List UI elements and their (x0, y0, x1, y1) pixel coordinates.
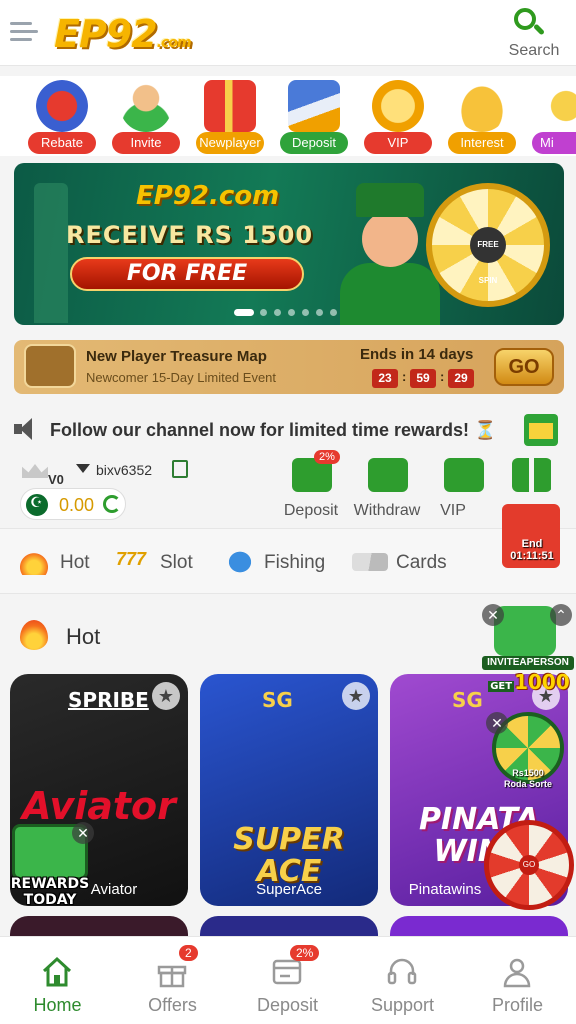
nav-support[interactable]: Support (345, 937, 460, 1024)
apps-grid-icon (512, 458, 552, 492)
treasure-ends-label: Ends in 14 days (360, 346, 474, 363)
provider-label: SPRIBE (68, 688, 149, 712)
treasure-map-bar[interactable]: New Player Treasure Map Newcomer 15-Day … (14, 340, 564, 394)
chevron-up-icon[interactable]: ⌃ (550, 604, 572, 626)
section-title: Hot (66, 624, 101, 649)
provider-label: SG (262, 688, 293, 712)
roda-label: Roda Sorte (503, 779, 552, 789)
star-icon[interactable]: ★ (152, 682, 180, 710)
cash-icon (368, 458, 408, 492)
slot-777-icon: 777 (116, 549, 147, 569)
game-name: SuperAce (256, 881, 322, 898)
balance-pill: 0.00 (20, 488, 126, 520)
nav-deposit[interactable]: 2% Deposit (230, 937, 345, 1024)
quick-icons-row: Rebate Invite Newplayer Deposit VIP Inte… (0, 76, 576, 156)
roda-sorte-widget[interactable]: ✕ Rs1500 Roda Sorte (486, 712, 570, 800)
user-icon (503, 958, 531, 988)
refresh-icon[interactable] (103, 495, 121, 513)
rewards-line-1: REWARDS (10, 876, 90, 892)
copy-icon[interactable] (172, 460, 188, 478)
withdraw-action[interactable]: Withdraw (350, 458, 424, 520)
marquee-text: Follow our channel now for limited time … (50, 420, 497, 440)
deposit-badge: 2% (314, 450, 340, 464)
mail-icon[interactable] (524, 414, 558, 446)
wallet-cards-icon (288, 80, 340, 132)
game-card-superace[interactable]: SG SUPER ACE ★ SuperAce (200, 674, 378, 906)
invite-widget[interactable]: ✕ ⌃ INVITEAPERSON GET 1000 (480, 600, 576, 694)
quick-item-rebate[interactable]: Rebate (22, 80, 102, 156)
spin-hub: GO (519, 855, 539, 875)
close-icon[interactable]: ✕ (72, 822, 94, 844)
vip-level: V0 (48, 472, 64, 487)
treasure-subtitle: Newcomer 15-Day Limited Event (86, 370, 277, 385)
roda-amount: Rs1500 (512, 768, 544, 778)
piggy-bank-icon (456, 80, 508, 132)
red-envelope-widget[interactable]: End 01:11:51 (476, 500, 572, 586)
mission-icon (540, 80, 576, 132)
flame-icon (20, 620, 48, 650)
nav-home[interactable]: Home (0, 937, 115, 1024)
offers-badge: 2 (179, 945, 198, 961)
pakistan-flag-icon (24, 492, 50, 518)
provider-label: SG (452, 688, 483, 712)
game-name: Pinatawins (408, 881, 482, 898)
banner-wheel-image: FREE SPIN (426, 183, 550, 307)
deposit-action[interactable]: 2% Deposit (274, 450, 348, 520)
redpacket-end-label: End (521, 538, 543, 550)
crown-icon (20, 458, 48, 480)
treasure-chest-icon (24, 344, 76, 388)
gift-boxes-icon (204, 80, 256, 132)
banner-logo: EP92.com (136, 181, 280, 211)
flame-icon (20, 549, 48, 575)
invite-amount: 1000 (514, 670, 570, 694)
people-icon (120, 80, 172, 132)
header: EP92.com Search (0, 0, 576, 66)
quick-item-interest[interactable]: Interest (442, 80, 522, 156)
close-icon[interactable]: ✕ (486, 712, 508, 734)
spin-wheel-widget[interactable]: GO (484, 820, 574, 910)
chevron-down-icon[interactable] (76, 464, 90, 473)
rewards-today-widget[interactable]: ✕ REWARDS TODAY (4, 818, 96, 912)
game-art-text: SUPER ACE (233, 822, 345, 889)
vip-shield-icon (444, 458, 484, 492)
bottom-nav: Home 2 Offers 2% Deposit Support Profile (0, 936, 576, 1024)
menu-icon[interactable] (10, 20, 40, 44)
close-icon[interactable]: ✕ (482, 604, 504, 626)
invite-get: GET (488, 681, 515, 692)
vip-badge-icon (372, 80, 424, 132)
home-icon (42, 956, 72, 987)
promo-banner[interactable]: EP92.com RECEIVE RS 1500 FOR FREE FREE S… (14, 163, 564, 325)
casino-chips-icon (36, 80, 88, 132)
go-button[interactable]: GO (494, 348, 554, 386)
rewards-line-2: TODAY (23, 892, 77, 908)
nav-offers[interactable]: 2 Offers (115, 937, 230, 1024)
username: bixv6352 (96, 462, 153, 478)
treasure-title: New Player Treasure Map (86, 348, 267, 365)
balance-amount: 0.00 (59, 495, 95, 515)
quick-item-invite[interactable]: Invite (106, 80, 186, 156)
nav-profile[interactable]: Profile (460, 937, 575, 1024)
quick-item-mission[interactable]: Mi (526, 80, 576, 156)
quick-item-vip[interactable]: VIP (358, 80, 438, 156)
quick-item-newplayer[interactable]: Newplayer (190, 80, 270, 156)
speaker-icon (14, 418, 38, 440)
announcement-marquee[interactable]: Follow our channel now for limited time … (14, 408, 564, 450)
cards-icon (352, 553, 388, 571)
deposit-badge: 2% (290, 945, 320, 961)
search-button[interactable]: Search (502, 6, 566, 62)
banner-cta-button[interactable]: FOR FREE (70, 257, 304, 291)
star-icon[interactable]: ★ (342, 682, 370, 710)
redpacket-timer: 01:11:51 (510, 550, 554, 562)
invite-tag: INVITEAPERSON (482, 656, 574, 670)
search-label: Search (508, 42, 560, 59)
headset-icon (387, 958, 417, 985)
banner-title: RECEIVE RS 1500 (66, 221, 314, 249)
quick-item-deposit[interactable]: Deposit (274, 80, 354, 156)
fish-icon (226, 549, 254, 575)
logo[interactable]: EP92.com (54, 12, 192, 56)
